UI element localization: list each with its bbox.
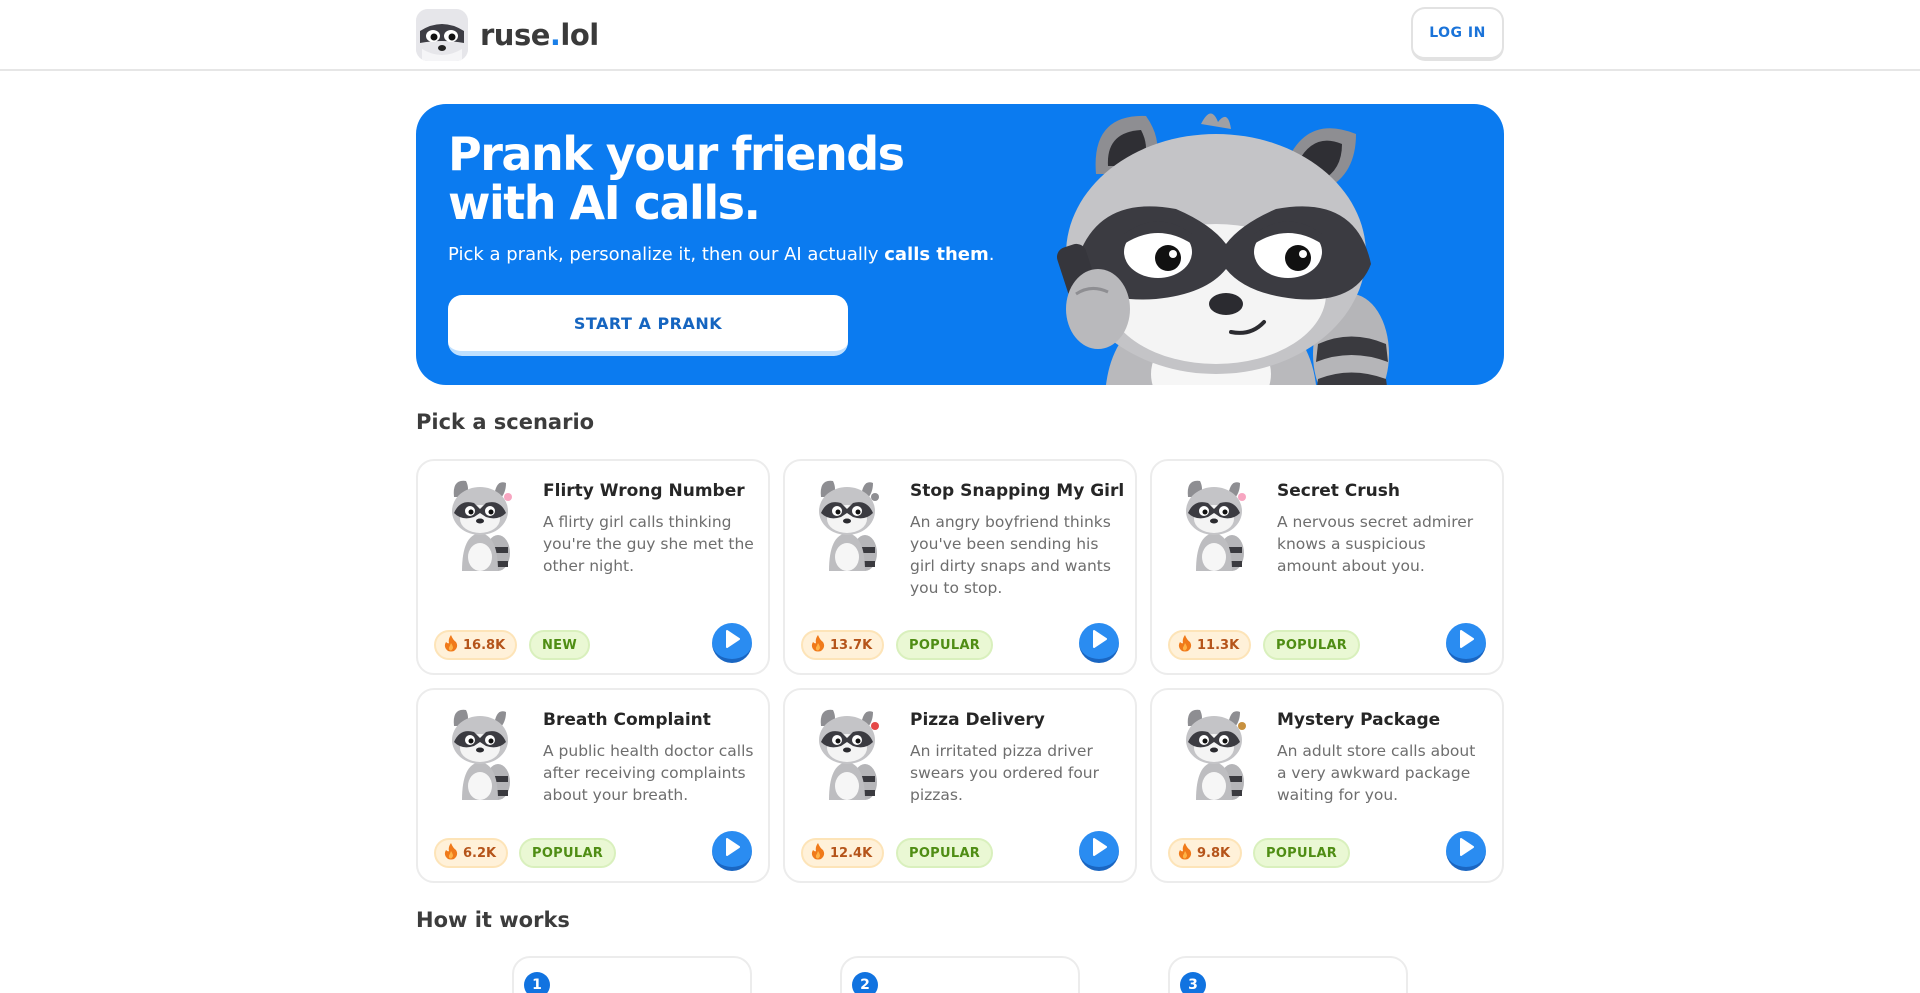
play-preview-button[interactable] xyxy=(712,831,752,871)
play-icon xyxy=(1458,630,1474,652)
scenario-title: Pizza Delivery xyxy=(910,710,1045,730)
raccoon-mascot-icon xyxy=(440,704,520,804)
fire-icon xyxy=(444,842,458,864)
play-count: 11.3K xyxy=(1168,630,1252,660)
raccoon-mascot-icon xyxy=(1036,104,1436,385)
scenario-description: An irritated pizza driver swears you ord… xyxy=(910,742,1099,804)
scenario-title: Stop Snapping My Girl xyxy=(910,481,1125,501)
step-card-3: 3 xyxy=(1168,956,1408,993)
play-icon xyxy=(1091,630,1107,652)
step-card-1: 1 xyxy=(512,956,752,993)
play-icon xyxy=(1091,838,1107,860)
start-prank-button[interactable]: START A PRANK xyxy=(448,295,848,356)
play-count-value: 12.4K xyxy=(830,845,873,861)
fire-icon xyxy=(1178,634,1192,656)
scenario-description: An adult store calls about a very awkwar… xyxy=(1277,742,1476,804)
play-icon xyxy=(1458,838,1474,860)
scenario-description: A public health doctor calls after recei… xyxy=(543,742,754,804)
hero-banner: Prank your friends with AI calls. Pick a… xyxy=(416,104,1504,385)
raccoon-mascot-icon xyxy=(1174,704,1254,804)
play-icon xyxy=(724,838,740,860)
scenario-card[interactable]: Secret Crush A nervous secret admirer kn… xyxy=(1150,459,1504,675)
play-count-value: 16.8K xyxy=(463,637,506,653)
scenario-badge: POPULAR xyxy=(1263,630,1361,660)
play-count-value: 13.7K xyxy=(830,637,873,653)
step-number: 2 xyxy=(852,972,878,993)
fire-icon xyxy=(811,634,825,656)
play-preview-button[interactable] xyxy=(712,623,752,663)
play-count: 16.8K xyxy=(434,630,518,660)
hero-title: Prank your friends with AI calls. xyxy=(448,127,905,230)
scenario-description: An angry boyfriend thinks you've been se… xyxy=(910,513,1111,597)
scenario-title: Secret Crush xyxy=(1277,481,1400,501)
scenario-description: A flirty girl calls thinking you're the … xyxy=(543,513,754,575)
play-preview-button[interactable] xyxy=(1446,623,1486,663)
scenario-card[interactable]: Breath Complaint A public health doctor … xyxy=(416,688,770,883)
play-count: 13.7K xyxy=(801,630,885,660)
play-preview-button[interactable] xyxy=(1079,831,1119,871)
scenario-card[interactable]: Pizza Delivery An irritated pizza driver… xyxy=(783,688,1137,883)
login-button[interactable]: LOG IN xyxy=(1411,7,1504,61)
scenarios-heading: Pick a scenario xyxy=(416,410,595,434)
play-count-value: 9.8K xyxy=(1197,845,1231,861)
play-count-value: 6.2K xyxy=(463,845,497,861)
play-count: 6.2K xyxy=(434,838,509,868)
scenario-badge: POPULAR xyxy=(1253,838,1351,868)
scenario-card[interactable]: Stop Snapping My Girl An angry boyfriend… xyxy=(783,459,1137,675)
logo-text: ruse.lol xyxy=(480,18,599,52)
play-count-value: 11.3K xyxy=(1197,637,1240,653)
fire-icon xyxy=(1178,842,1192,864)
raccoon-logo-icon xyxy=(416,9,468,61)
scenario-title: Flirty Wrong Number xyxy=(543,481,745,501)
fire-icon xyxy=(444,634,458,656)
fire-icon xyxy=(811,842,825,864)
play-count: 12.4K xyxy=(801,838,885,868)
scenario-title: Breath Complaint xyxy=(543,710,711,730)
logo[interactable]: ruse.lol xyxy=(416,9,599,61)
raccoon-mascot-icon xyxy=(807,475,887,575)
scenario-badge: POPULAR xyxy=(896,838,994,868)
how-it-works-heading: How it works xyxy=(416,908,570,932)
raccoon-mascot-icon xyxy=(440,475,520,575)
scenario-badge: POPULAR xyxy=(519,838,617,868)
step-number: 3 xyxy=(1180,972,1206,993)
scenario-badge: POPULAR xyxy=(896,630,994,660)
hero-subtitle: Pick a prank, personalize it, then our A… xyxy=(448,244,995,265)
top-header: ruse.lol LOG IN xyxy=(0,0,1920,71)
step-card-2: 2 xyxy=(840,956,1080,993)
step-number: 1 xyxy=(524,972,550,993)
scenario-description: A nervous secret admirer knows a suspici… xyxy=(1277,513,1474,575)
raccoon-mascot-icon xyxy=(1174,475,1254,575)
scenario-badge: NEW xyxy=(529,630,590,660)
play-count: 9.8K xyxy=(1168,838,1243,868)
scenario-card[interactable]: Flirty Wrong Number A flirty girl calls … xyxy=(416,459,770,675)
play-icon xyxy=(724,630,740,652)
raccoon-mascot-icon xyxy=(807,704,887,804)
scenario-card[interactable]: Mystery Package An adult store calls abo… xyxy=(1150,688,1504,883)
scenario-title: Mystery Package xyxy=(1277,710,1441,730)
play-preview-button[interactable] xyxy=(1079,623,1119,663)
play-preview-button[interactable] xyxy=(1446,831,1486,871)
